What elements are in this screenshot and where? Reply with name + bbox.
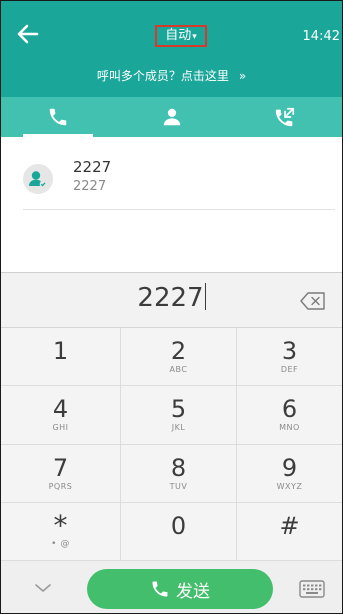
dialer-screen: 自动▾ 14:42 呼叫多个成员？点击这里 » 2227 2227 2227 1 … xyxy=(0,0,343,614)
key-digit: 4 xyxy=(52,395,69,424)
line-mode-label: 自动 xyxy=(165,28,192,43)
dial-keypad: 1 2 ABC 3 DEF 4 GHI 5 JKL 6 MNO 7 PQRS 8 TUV 9W… xyxy=(1,328,342,561)
key-1[interactable]: 1 xyxy=(1,328,121,387)
back-arrow-icon[interactable] xyxy=(15,21,41,47)
send-button-label: 发送 xyxy=(176,581,210,602)
key-digit: 0 xyxy=(170,511,187,540)
clock: 14:42 xyxy=(302,29,340,44)
key-6[interactable]: 6 MNO xyxy=(237,386,342,445)
tab-call-history[interactable] xyxy=(228,97,342,137)
caret-down-icon: ▾ xyxy=(192,32,197,42)
key-digit: 7 xyxy=(52,453,69,482)
backspace-icon[interactable] xyxy=(299,290,327,312)
key-letters: WXYZ xyxy=(276,481,303,491)
key-letters: GHI xyxy=(52,423,69,433)
search-results: 2227 2227 xyxy=(1,137,342,272)
key-digit: # xyxy=(279,511,300,540)
key-3[interactable]: 3 DEF xyxy=(237,328,342,387)
line-mode-dropdown[interactable]: 自动▾ xyxy=(155,25,207,47)
contacts-icon xyxy=(163,108,180,126)
top-bar: 自动▾ 14:42 呼叫多个成员？点击这里 » xyxy=(1,1,342,97)
phone-icon xyxy=(49,108,67,126)
dialed-number-display: 2227 xyxy=(1,283,342,313)
contact-number: 2227 xyxy=(73,179,107,194)
key-letters: DEF xyxy=(280,365,299,375)
key-7[interactable]: 7 PQRS xyxy=(1,444,121,503)
key-2[interactable]: 2 ABC xyxy=(121,328,237,387)
key-star[interactable]: * • @ xyxy=(1,502,121,561)
contact-avatar xyxy=(23,164,53,194)
key-digit: 6 xyxy=(281,395,298,424)
key-letters: MNO xyxy=(279,423,300,433)
key-letters: • @ xyxy=(51,538,70,549)
phone-icon xyxy=(152,581,168,597)
keyboard-icon[interactable] xyxy=(297,577,327,601)
key-8[interactable]: 8 TUV xyxy=(121,444,237,503)
key-digit: 5 xyxy=(170,395,187,424)
key-9[interactable]: 9 WXYZ xyxy=(237,445,342,503)
key-5[interactable]: 5 JKL xyxy=(121,386,237,445)
bottom-bar: 发送 xyxy=(1,561,342,613)
key-digit: * xyxy=(53,508,68,542)
contact-result-row[interactable]: 2227 2227 xyxy=(23,154,335,210)
key-digit: 2 xyxy=(170,337,187,366)
chevron-down-icon[interactable] xyxy=(29,577,57,599)
conference-hint-link[interactable]: 呼叫多个成员？点击这里 » xyxy=(1,67,342,84)
key-digit: 9 xyxy=(281,453,298,482)
contact-name: 2227 xyxy=(73,158,112,176)
key-digit: 1 xyxy=(52,337,69,366)
key-digit: 8 xyxy=(170,453,187,482)
dialed-number-text: 2227 xyxy=(137,283,204,313)
key-letters: JKL xyxy=(171,423,186,433)
contact-person-icon xyxy=(29,171,47,188)
text-cursor xyxy=(204,283,206,310)
key-4[interactable]: 4 GHI xyxy=(1,386,121,445)
key-digit: 3 xyxy=(281,337,298,366)
dialed-number-field[interactable]: 2227 xyxy=(1,272,342,328)
conference-hint-text: 呼叫多个成员？点击这里 xyxy=(96,69,229,83)
key-letters: PQRS xyxy=(48,481,73,491)
tab-bar xyxy=(1,97,342,137)
key-letters: ABC xyxy=(169,365,188,375)
key-hash[interactable]: # xyxy=(237,503,342,561)
tab-contacts[interactable] xyxy=(115,97,229,137)
key-0[interactable]: 0 xyxy=(121,502,237,561)
send-button[interactable]: 发送 xyxy=(87,569,273,609)
tab-dialer[interactable] xyxy=(1,97,115,137)
call-history-icon xyxy=(276,107,295,127)
double-chevron-icon: » xyxy=(238,69,247,83)
key-letters: TUV xyxy=(169,481,188,491)
